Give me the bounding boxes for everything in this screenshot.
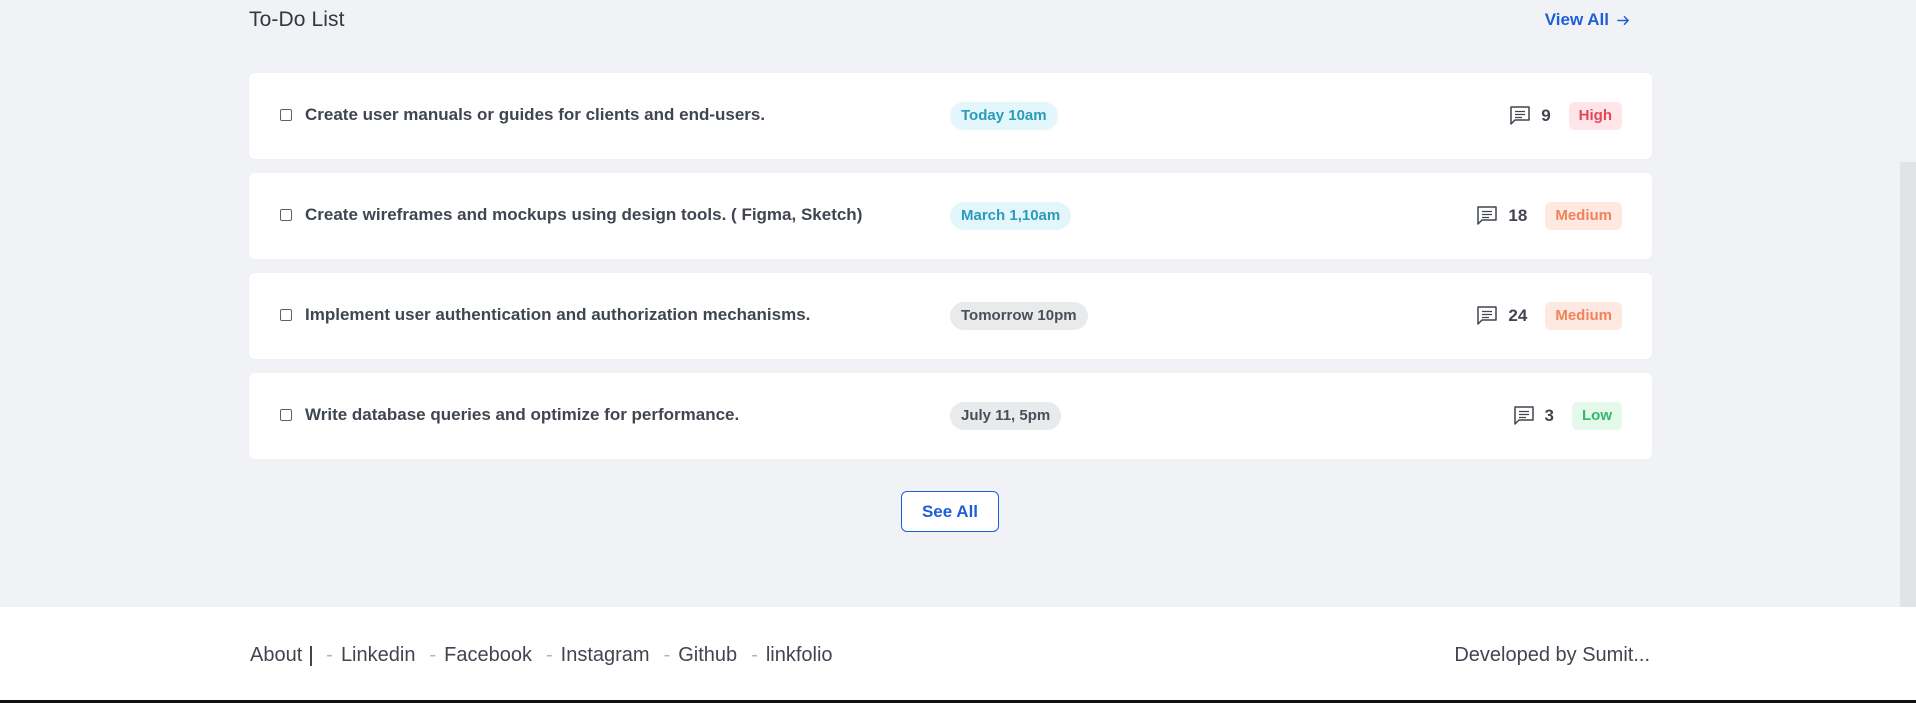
scroll-thumb[interactable]	[1900, 162, 1916, 607]
footer-credit: Developed by Sumit...	[1454, 644, 1650, 666]
footer-separator: -	[326, 644, 333, 666]
task-meta: 18 Medium	[1476, 202, 1622, 230]
arrow-right-icon	[1617, 15, 1629, 25]
task-date-badge: Tomorrow 10pm	[950, 302, 1088, 330]
task-checkbox[interactable]	[280, 209, 292, 221]
task-title: Write database queries and optimize for …	[305, 405, 740, 424]
task-title: Create user manuals or guides for client…	[305, 105, 766, 124]
footer-divider	[310, 645, 313, 666]
task-checkbox[interactable]	[280, 409, 292, 421]
footer-instagram-link[interactable]: Instagram	[561, 644, 650, 667]
footer-linkedin-link[interactable]: Linkedin	[341, 644, 416, 667]
task-meta: 24 Medium	[1476, 302, 1622, 330]
page: To-Do List View All Create user manuals …	[0, 0, 1916, 703]
task-row: Write database queries and optimize for …	[249, 373, 1652, 459]
see-all-button[interactable]: See All	[901, 491, 999, 532]
priority-badge: Medium	[1545, 302, 1622, 330]
footer-links: About - Linkedin - Facebook - Instagram …	[250, 644, 833, 667]
section-title: To-Do List	[249, 8, 345, 31]
comment-count: 9	[1541, 106, 1551, 125]
comment-icon	[1477, 306, 1498, 325]
footer-separator: -	[751, 644, 758, 666]
footer-separator: -	[429, 644, 437, 666]
task-date-badge: Today 10am	[950, 102, 1058, 130]
task-date-badge: July 11, 5pm	[950, 402, 1062, 430]
comment-icon	[1477, 206, 1498, 225]
task-row: Implement user authentication and author…	[249, 273, 1652, 359]
priority-badge: Medium	[1545, 202, 1622, 230]
comment-icon	[1510, 106, 1530, 125]
priority-badge: Low	[1572, 402, 1622, 430]
task-meta: 9 High	[1509, 102, 1622, 130]
scrollbar[interactable]	[1900, 0, 1916, 607]
task-row: Create wireframes and mockups using desi…	[249, 173, 1652, 259]
footer-about-link[interactable]: About	[250, 644, 302, 667]
comment-icon	[1513, 406, 1534, 425]
footer-separator: -	[663, 644, 671, 666]
footer-linkfolio-link[interactable]: linkfolio	[766, 644, 833, 667]
task-checkbox[interactable]	[280, 109, 292, 121]
footer: About - Linkedin - Facebook - Instagram …	[0, 607, 1916, 703]
view-all-label: View All	[1544, 10, 1609, 29]
task-row: Create user manuals or guides for client…	[249, 73, 1652, 159]
task-checkbox[interactable]	[280, 309, 292, 321]
todo-header: To-Do List View All	[249, 8, 1652, 34]
footer-separator: -	[545, 644, 553, 666]
footer-github-link[interactable]: Github	[678, 644, 737, 667]
comment-count: 24	[1508, 306, 1528, 325]
task-title: Implement user authentication and author…	[305, 305, 811, 324]
task-date-badge: March 1,10am	[950, 202, 1072, 230]
task-meta: 3 Low	[1513, 402, 1622, 430]
footer-facebook-link[interactable]: Facebook	[444, 644, 532, 667]
comment-count: 18	[1508, 206, 1528, 225]
task-title: Create wireframes and mockups using desi…	[305, 205, 863, 224]
priority-badge: High	[1568, 102, 1622, 130]
view-all-link[interactable]: View All	[1545, 10, 1630, 30]
comment-count: 3	[1544, 406, 1554, 425]
